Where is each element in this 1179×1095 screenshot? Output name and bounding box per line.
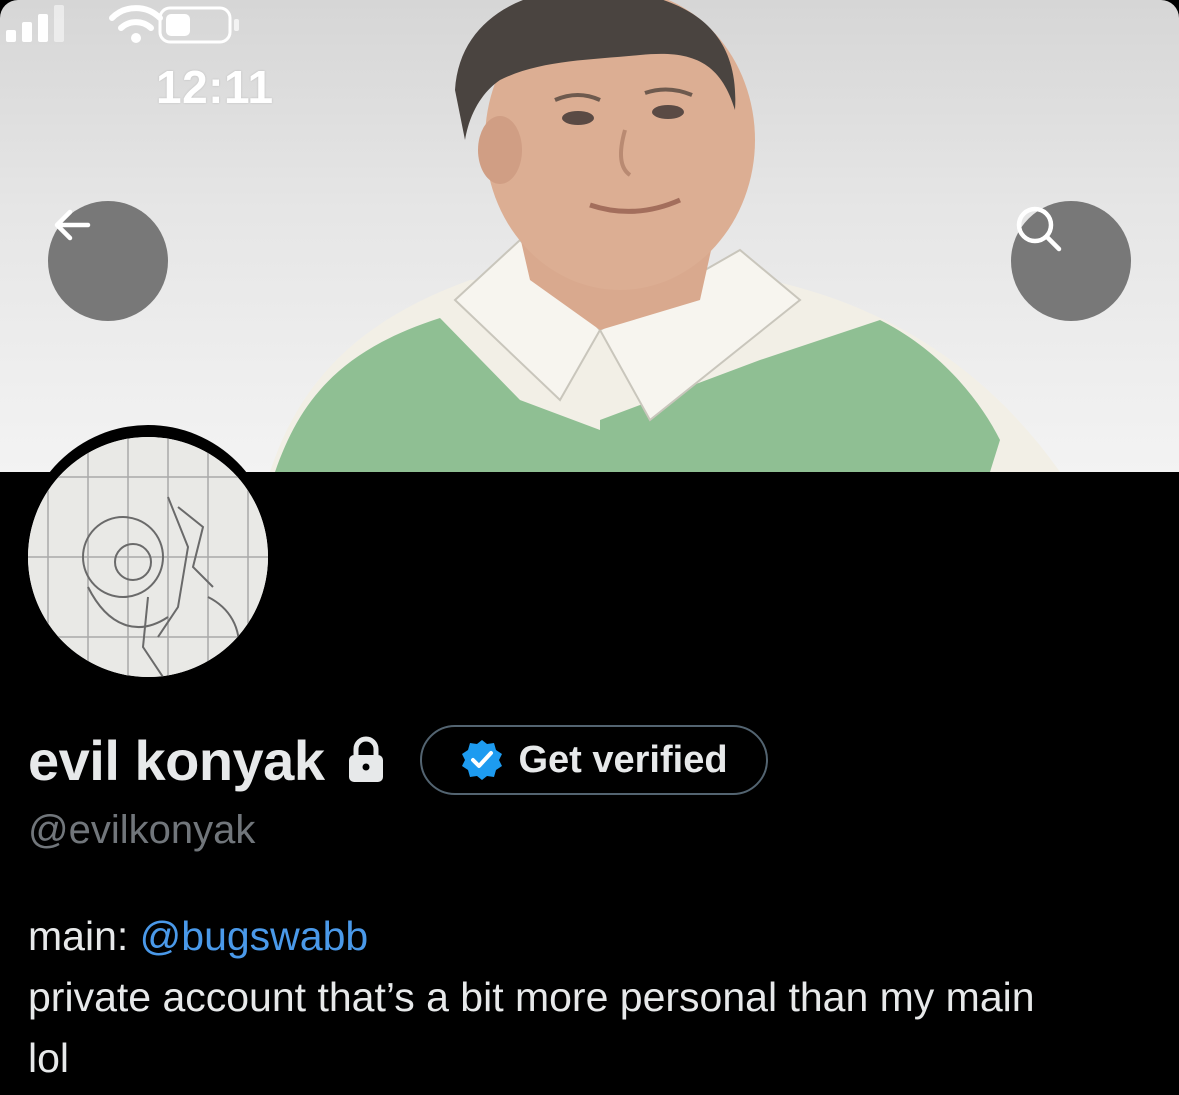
arrow-left-icon [54, 209, 91, 241]
get-verified-button[interactable]: Get verified [420, 725, 768, 795]
profile-handle: @evilkonyak [28, 808, 256, 852]
search-button[interactable] [1011, 201, 1131, 321]
bio-mention-link[interactable]: @bugswabb [140, 913, 369, 959]
verified-badge-icon [462, 740, 503, 780]
avatar[interactable] [28, 437, 268, 677]
bio-prefix: main: [28, 913, 140, 959]
profile-banner[interactable]: 12:11 [0, 0, 1179, 472]
bio-line-1: main: @bugswabb [28, 906, 1158, 967]
lock-icon [349, 736, 384, 782]
back-button[interactable] [48, 201, 168, 321]
avatar-sketch [28, 437, 268, 677]
status-bar-time: 12:11 [156, 61, 274, 113]
bio-line-2: private account that’s a bit more person… [28, 974, 1035, 1020]
status-bar-icons [6, 5, 239, 44]
profile-bio: main: @bugswabb private account that’s a… [28, 906, 1158, 1089]
get-verified-label: Get verified [518, 738, 728, 781]
search-icon [1016, 206, 1062, 252]
bio-line-3: lol [28, 1035, 70, 1081]
display-name: evil konyak [28, 728, 325, 792]
display-name-row: evil konyak Get verified [28, 724, 768, 796]
